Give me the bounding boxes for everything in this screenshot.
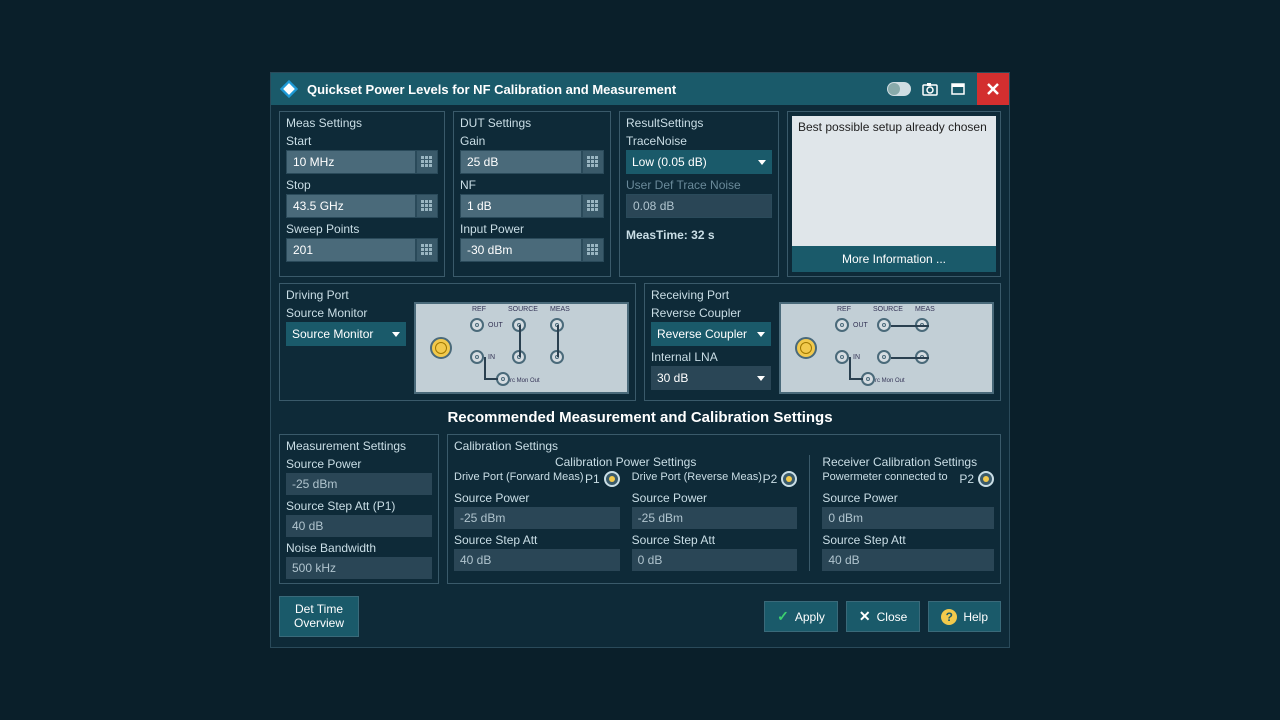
ms-source-power-label: Source Power — [286, 457, 432, 471]
help-button[interactable]: ?Help — [928, 601, 1001, 632]
input-power-label: Input Power — [460, 222, 604, 236]
more-information-button[interactable]: More Information ... — [792, 246, 996, 272]
input-power-input[interactable]: -30 dBm — [460, 238, 582, 262]
receiver-cal-settings-title: Receiver Calibration Settings — [822, 455, 994, 469]
chevron-down-icon — [758, 160, 766, 165]
user-def-trace-noise-label: User Def Trace Noise — [626, 178, 772, 192]
receiving-port-diagram: REF SOURCE MEAS OUT IN Src Mon Out — [779, 302, 994, 394]
driving-port-panel: Driving Port Source Monitor Source Monit… — [279, 283, 636, 401]
apply-button[interactable]: ✓Apply — [764, 601, 838, 632]
source-monitor-dropdown[interactable]: Source Monitor — [286, 322, 406, 346]
result-settings-title: ResultSettings — [626, 116, 772, 130]
reverse-coupler-dropdown[interactable]: Reverse Coupler — [651, 322, 771, 346]
p2-label-b: P2 — [959, 472, 974, 486]
internal-lna-dropdown[interactable]: 30 dB — [651, 366, 771, 390]
gain-keypad-button[interactable] — [582, 150, 604, 174]
nf-keypad-button[interactable] — [582, 194, 604, 218]
info-box: Best possible setup already chosen — [792, 116, 996, 246]
cal2-ssa-label: Source Step Att — [632, 533, 798, 547]
power-keypad-button[interactable] — [582, 238, 604, 262]
nf-input[interactable]: 1 dB — [460, 194, 582, 218]
stop-input[interactable]: 43.5 GHz — [286, 194, 416, 218]
cal-col3-sub: Powermeter connected to — [822, 471, 947, 484]
chevron-down-icon — [392, 332, 400, 337]
stop-label: Stop — [286, 178, 438, 192]
check-icon: ✓ — [777, 608, 789, 625]
port-icon — [604, 471, 620, 487]
cal1-ssa-value: 40 dB — [454, 549, 620, 571]
app-logo-icon — [279, 79, 299, 99]
cal-col2-sub: Drive Port (Reverse Meas) — [632, 471, 762, 484]
cal1-ssa-label: Source Step Att — [454, 533, 620, 547]
meas-settings-title: Meas Settings — [286, 116, 438, 130]
gain-input[interactable]: 25 dB — [460, 150, 582, 174]
close-button-footer[interactable]: ✕Close — [846, 601, 920, 632]
tracenoise-dropdown[interactable]: Low (0.05 dB) — [626, 150, 772, 174]
chevron-down-icon — [757, 376, 765, 381]
sweep-points-label: Sweep Points — [286, 222, 438, 236]
screenshot-icon[interactable] — [921, 80, 939, 98]
cal3-ssa-label: Source Step Att — [822, 533, 994, 547]
start-input[interactable]: 10 MHz — [286, 150, 416, 174]
cal2-sp-value: -25 dBm — [632, 507, 798, 529]
internal-lna-label: Internal LNA — [651, 350, 771, 364]
cal3-ssa-value: 40 dB — [822, 549, 994, 571]
source-monitor-label: Source Monitor — [286, 306, 406, 320]
start-keypad-button[interactable] — [416, 150, 438, 174]
meas-settings-panel: Meas Settings Start 10 MHz Stop 43.5 GHz… — [279, 111, 445, 277]
ms-source-step-att-label: Source Step Att (P1) — [286, 499, 432, 513]
calibration-settings-panel: Calibration Settings Calibration Power S… — [447, 434, 1001, 584]
result-settings-panel: ResultSettings TraceNoise Low (0.05 dB) … — [619, 111, 779, 277]
driving-port-diagram: REF SOURCE MEAS OUT IN Src Mon Out — [414, 302, 629, 394]
gain-label: Gain — [460, 134, 604, 148]
calibration-settings-title: Calibration Settings — [454, 439, 994, 453]
p2-label-a: P2 — [763, 472, 778, 486]
stop-keypad-button[interactable] — [416, 194, 438, 218]
start-label: Start — [286, 134, 438, 148]
reverse-coupler-label: Reverse Coupler — [651, 306, 771, 320]
window-title: Quickset Power Levels for NF Calibration… — [307, 82, 887, 97]
user-def-trace-noise-value: 0.08 dB — [626, 194, 772, 218]
sweep-keypad-button[interactable] — [416, 238, 438, 262]
cal2-sp-label: Source Power — [632, 491, 798, 505]
recommended-heading: Recommended Measurement and Calibration … — [279, 409, 1001, 426]
receiving-port-panel: Receiving Port Reverse Coupler Reverse C… — [644, 283, 1001, 401]
titlebar: Quickset Power Levels for NF Calibration… — [271, 73, 1009, 105]
receiving-port-title: Receiving Port — [651, 288, 771, 302]
cal2-ssa-value: 0 dB — [632, 549, 798, 571]
nf-label: NF — [460, 178, 604, 192]
dut-settings-panel: DUT Settings Gain 25 dB NF 1 dB Input Po… — [453, 111, 611, 277]
sweep-points-input[interactable]: 201 — [286, 238, 416, 262]
cal3-sp-label: Source Power — [822, 491, 994, 505]
close-icon: ✕ — [859, 608, 871, 625]
ms-noise-bw-value: 500 kHz — [286, 557, 432, 579]
help-icon: ? — [941, 609, 957, 625]
maximize-icon[interactable] — [949, 80, 967, 98]
calibration-power-settings-title: Calibration Power Settings — [454, 455, 797, 469]
ms-noise-bw-label: Noise Bandwidth — [286, 541, 432, 555]
meas-time-label: MeasTime: 32 s — [626, 228, 772, 242]
cal3-sp-value: 0 dBm — [822, 507, 994, 529]
p1-label: P1 — [585, 472, 600, 486]
cal-col1-sub: Drive Port (Forward Meas) — [454, 471, 584, 484]
driving-port-title: Driving Port — [286, 288, 406, 302]
dut-settings-title: DUT Settings — [460, 116, 604, 130]
measurement-settings-title: Measurement Settings — [286, 439, 432, 453]
port-icon — [781, 471, 797, 487]
ms-source-power-value: -25 dBm — [286, 473, 432, 495]
ms-source-step-att-value: 40 dB — [286, 515, 432, 537]
dialog-window: Quickset Power Levels for NF Calibration… — [270, 72, 1010, 647]
cal1-sp-label: Source Power — [454, 491, 620, 505]
chevron-down-icon — [757, 332, 765, 337]
measurement-settings-panel: Measurement Settings Source Power -25 dB… — [279, 434, 439, 584]
close-button[interactable] — [977, 73, 1009, 105]
info-panel: Best possible setup already chosen More … — [787, 111, 1001, 277]
cal1-sp-value: -25 dBm — [454, 507, 620, 529]
det-time-overview-button[interactable]: Det Time Overview — [279, 596, 359, 636]
port-icon — [978, 471, 994, 487]
titlebar-toggle[interactable] — [887, 82, 911, 96]
tracenoise-label: TraceNoise — [626, 134, 772, 148]
